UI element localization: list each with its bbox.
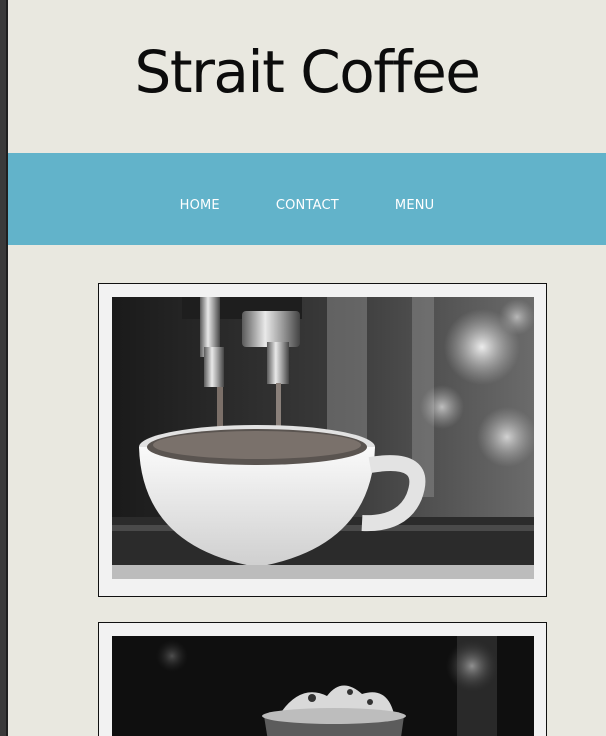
nav-link-menu[interactable]: MENU <box>395 198 434 213</box>
nav-item-contact: CONTACT <box>276 194 339 213</box>
nav-list: HOME CONTACT MENU <box>8 194 606 213</box>
espresso-pour-photo <box>112 297 534 579</box>
latte-glass-photo <box>112 636 534 736</box>
window-left-edge <box>0 0 8 736</box>
espresso-pour-illustration <box>112 297 534 579</box>
page: Strait Coffee HOME CONTACT MENU <box>0 0 606 736</box>
nav-item-home: HOME <box>180 194 220 213</box>
site-title: Strait Coffee <box>134 38 481 106</box>
gallery-card <box>98 622 547 736</box>
nav-link-home[interactable]: HOME <box>180 198 220 213</box>
site-header: Strait Coffee <box>8 0 606 153</box>
nav-link-contact[interactable]: CONTACT <box>276 198 339 213</box>
latte-glass-illustration <box>112 636 534 736</box>
main-nav: HOME CONTACT MENU <box>8 153 606 245</box>
nav-item-menu: MENU <box>395 194 434 213</box>
gallery-card <box>98 283 547 597</box>
